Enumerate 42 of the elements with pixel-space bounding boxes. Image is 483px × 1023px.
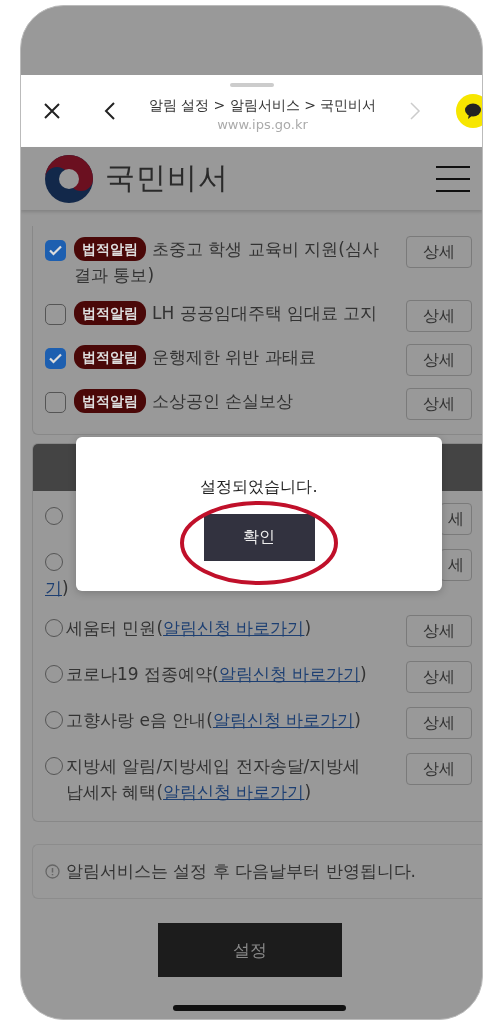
apply-link[interactable]: 알림신청 바로가기 (218, 664, 361, 684)
detail-button[interactable]: 상세 (406, 753, 472, 785)
notice-text: 알림서비스는 설정 후 다음날부터 반영됩니다. (66, 860, 417, 883)
submit-button[interactable]: 설정 (158, 923, 342, 977)
alert-label: 법적알림 LH 공공임대주택 임대료 고지 (74, 300, 398, 326)
brand-name: 국민비서 (105, 159, 230, 197)
apply-link[interactable]: 기 (45, 578, 62, 598)
alert-label: 법적알림 운행제한 위반 과태료 (74, 344, 398, 370)
chat-bubble-icon[interactable] (456, 94, 482, 128)
detail-button[interactable]: 상세 (406, 388, 472, 420)
detail-button[interactable]: 상세 (406, 236, 472, 268)
apply-link[interactable]: 알림신청 바로가기 (163, 618, 305, 638)
checkbox[interactable] (45, 240, 66, 261)
dialog-message: 설정되었습니다. (200, 477, 318, 498)
info-icon (45, 864, 60, 879)
confirm-button[interactable]: 확인 (203, 514, 315, 561)
checkmark-icon (49, 245, 62, 256)
detail-button[interactable]: 상세 (406, 615, 472, 647)
service-label: 코로나19 접종예약(알림신청 바로가기) (66, 663, 368, 686)
checkbox[interactable] (45, 348, 66, 369)
closing-paren: ) (62, 578, 69, 598)
detail-button[interactable]: 상세 (406, 300, 472, 332)
detail-button[interactable]: 상세 (406, 344, 472, 376)
service-label: 세움터 민원(알림신청 바로가기) (66, 617, 313, 640)
detail-button[interactable]: 상세 (406, 707, 472, 739)
apply-link[interactable]: 알림신청 바로가기 (163, 782, 305, 802)
alert-label: 법적알림 초중고 학생 교육비 지원(심사 결과 통보) (74, 236, 380, 287)
drag-handle[interactable] (229, 83, 274, 87)
detail-button[interactable]: 세 (440, 503, 472, 535)
service-label: 지방세 알림/지방세입 전자송달/지방세 납세자 혜택(알림신청 바로가기) (66, 755, 362, 804)
checkmark-icon (49, 353, 62, 364)
apply-link[interactable]: 알림신청 바로가기 (212, 710, 355, 730)
detail-button[interactable]: 세 (440, 549, 472, 581)
service-label: 고향사랑 e음 안내(알림신청 바로가기) (66, 709, 362, 732)
logo-icon (43, 152, 95, 205)
page-url: www.ips.go.kr (217, 116, 308, 132)
menu-icon[interactable] (436, 165, 470, 192)
page-title: 알림 설정 > 알림서비스 > 국민비서 (148, 96, 377, 115)
detail-button[interactable]: 상세 (406, 661, 472, 693)
checkbox[interactable] (45, 392, 66, 413)
alert-label: 법적알림 소상공인 손실보상 (74, 388, 398, 414)
checkbox[interactable] (45, 304, 66, 325)
